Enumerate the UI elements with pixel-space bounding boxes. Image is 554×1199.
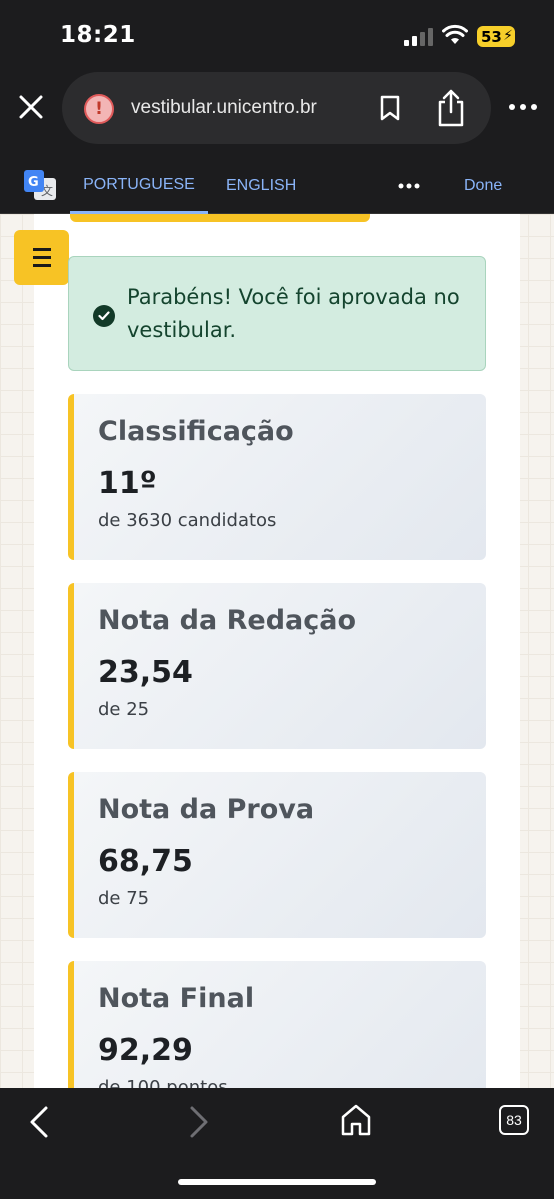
charging-icon: ⚡	[503, 28, 513, 44]
tab-portuguese[interactable]: PORTUGUESE	[70, 158, 208, 214]
stat-value: 68,75	[98, 844, 193, 879]
url-text[interactable]: vestibular.unicentro.br	[131, 97, 317, 119]
success-alert: Parabéns! Você foi aprovada no vestibula…	[68, 256, 486, 371]
stat-sub: de 100 pontos	[98, 1077, 228, 1088]
status-bar: 18:21 53 ⚡	[0, 0, 554, 66]
bookmark-icon[interactable]	[378, 94, 402, 122]
stat-value: 23,54	[98, 655, 193, 690]
browser-toolbar: ! vestibular.unicentro.br	[0, 66, 554, 158]
warning-icon[interactable]: !	[84, 94, 114, 124]
check-circle-icon	[93, 305, 115, 327]
back-icon[interactable]	[26, 1104, 54, 1140]
stat-label: Classificação	[98, 416, 294, 447]
more-icon[interactable]	[508, 102, 538, 112]
menu-icon[interactable]	[14, 230, 69, 285]
stat-card-nota-final: Nota Final 92,29 de 100 pontos	[68, 961, 486, 1088]
battery-level: 53	[481, 27, 502, 46]
stat-card-nota-prova: Nota da Prova 68,75 de 75	[68, 772, 486, 938]
stat-card-nota-redacao: Nota da Redação 23,54 de 25	[68, 583, 486, 749]
top-accent-bar	[70, 214, 370, 222]
bottom-toolbar: 83	[0, 1088, 554, 1199]
stat-value: 92,29	[98, 1033, 193, 1068]
translate-more-icon[interactable]	[398, 182, 420, 190]
battery-indicator: 53 ⚡	[477, 26, 515, 47]
address-bar[interactable]: ! vestibular.unicentro.br	[62, 72, 491, 144]
tab-english[interactable]: ENGLISH	[226, 158, 296, 214]
google-translate-icon: 文 G	[24, 170, 56, 200]
forward-icon[interactable]	[184, 1104, 212, 1140]
share-icon[interactable]	[434, 88, 468, 128]
stat-label: Nota da Redação	[98, 605, 357, 636]
stat-value: 11º	[98, 466, 157, 501]
status-time: 18:21	[60, 22, 136, 48]
stat-sub: de 25	[98, 699, 150, 720]
wifi-icon	[442, 24, 468, 44]
alert-message: Parabéns! Você foi aprovada no vestibula…	[127, 285, 460, 342]
stat-sub: de 3630 candidatos	[98, 510, 277, 531]
translate-done-button[interactable]: Done	[464, 158, 502, 214]
web-page: Parabéns! Você foi aprovada no vestibula…	[0, 214, 554, 1088]
stat-sub: de 75	[98, 888, 150, 909]
translate-bar: 文 G PORTUGUESE ENGLISH Done	[0, 158, 554, 214]
close-icon[interactable]	[16, 92, 46, 122]
home-indicator	[178, 1179, 376, 1185]
stat-label: Nota Final	[98, 983, 255, 1014]
tabs-button[interactable]: 83	[499, 1105, 529, 1135]
home-icon[interactable]	[340, 1102, 372, 1138]
stat-card-classificacao: Classificação 11º de 3630 candidatos	[68, 394, 486, 560]
svg-text:G: G	[28, 175, 39, 190]
stat-label: Nota da Prova	[98, 794, 315, 825]
cellular-signal-icon	[404, 28, 434, 46]
